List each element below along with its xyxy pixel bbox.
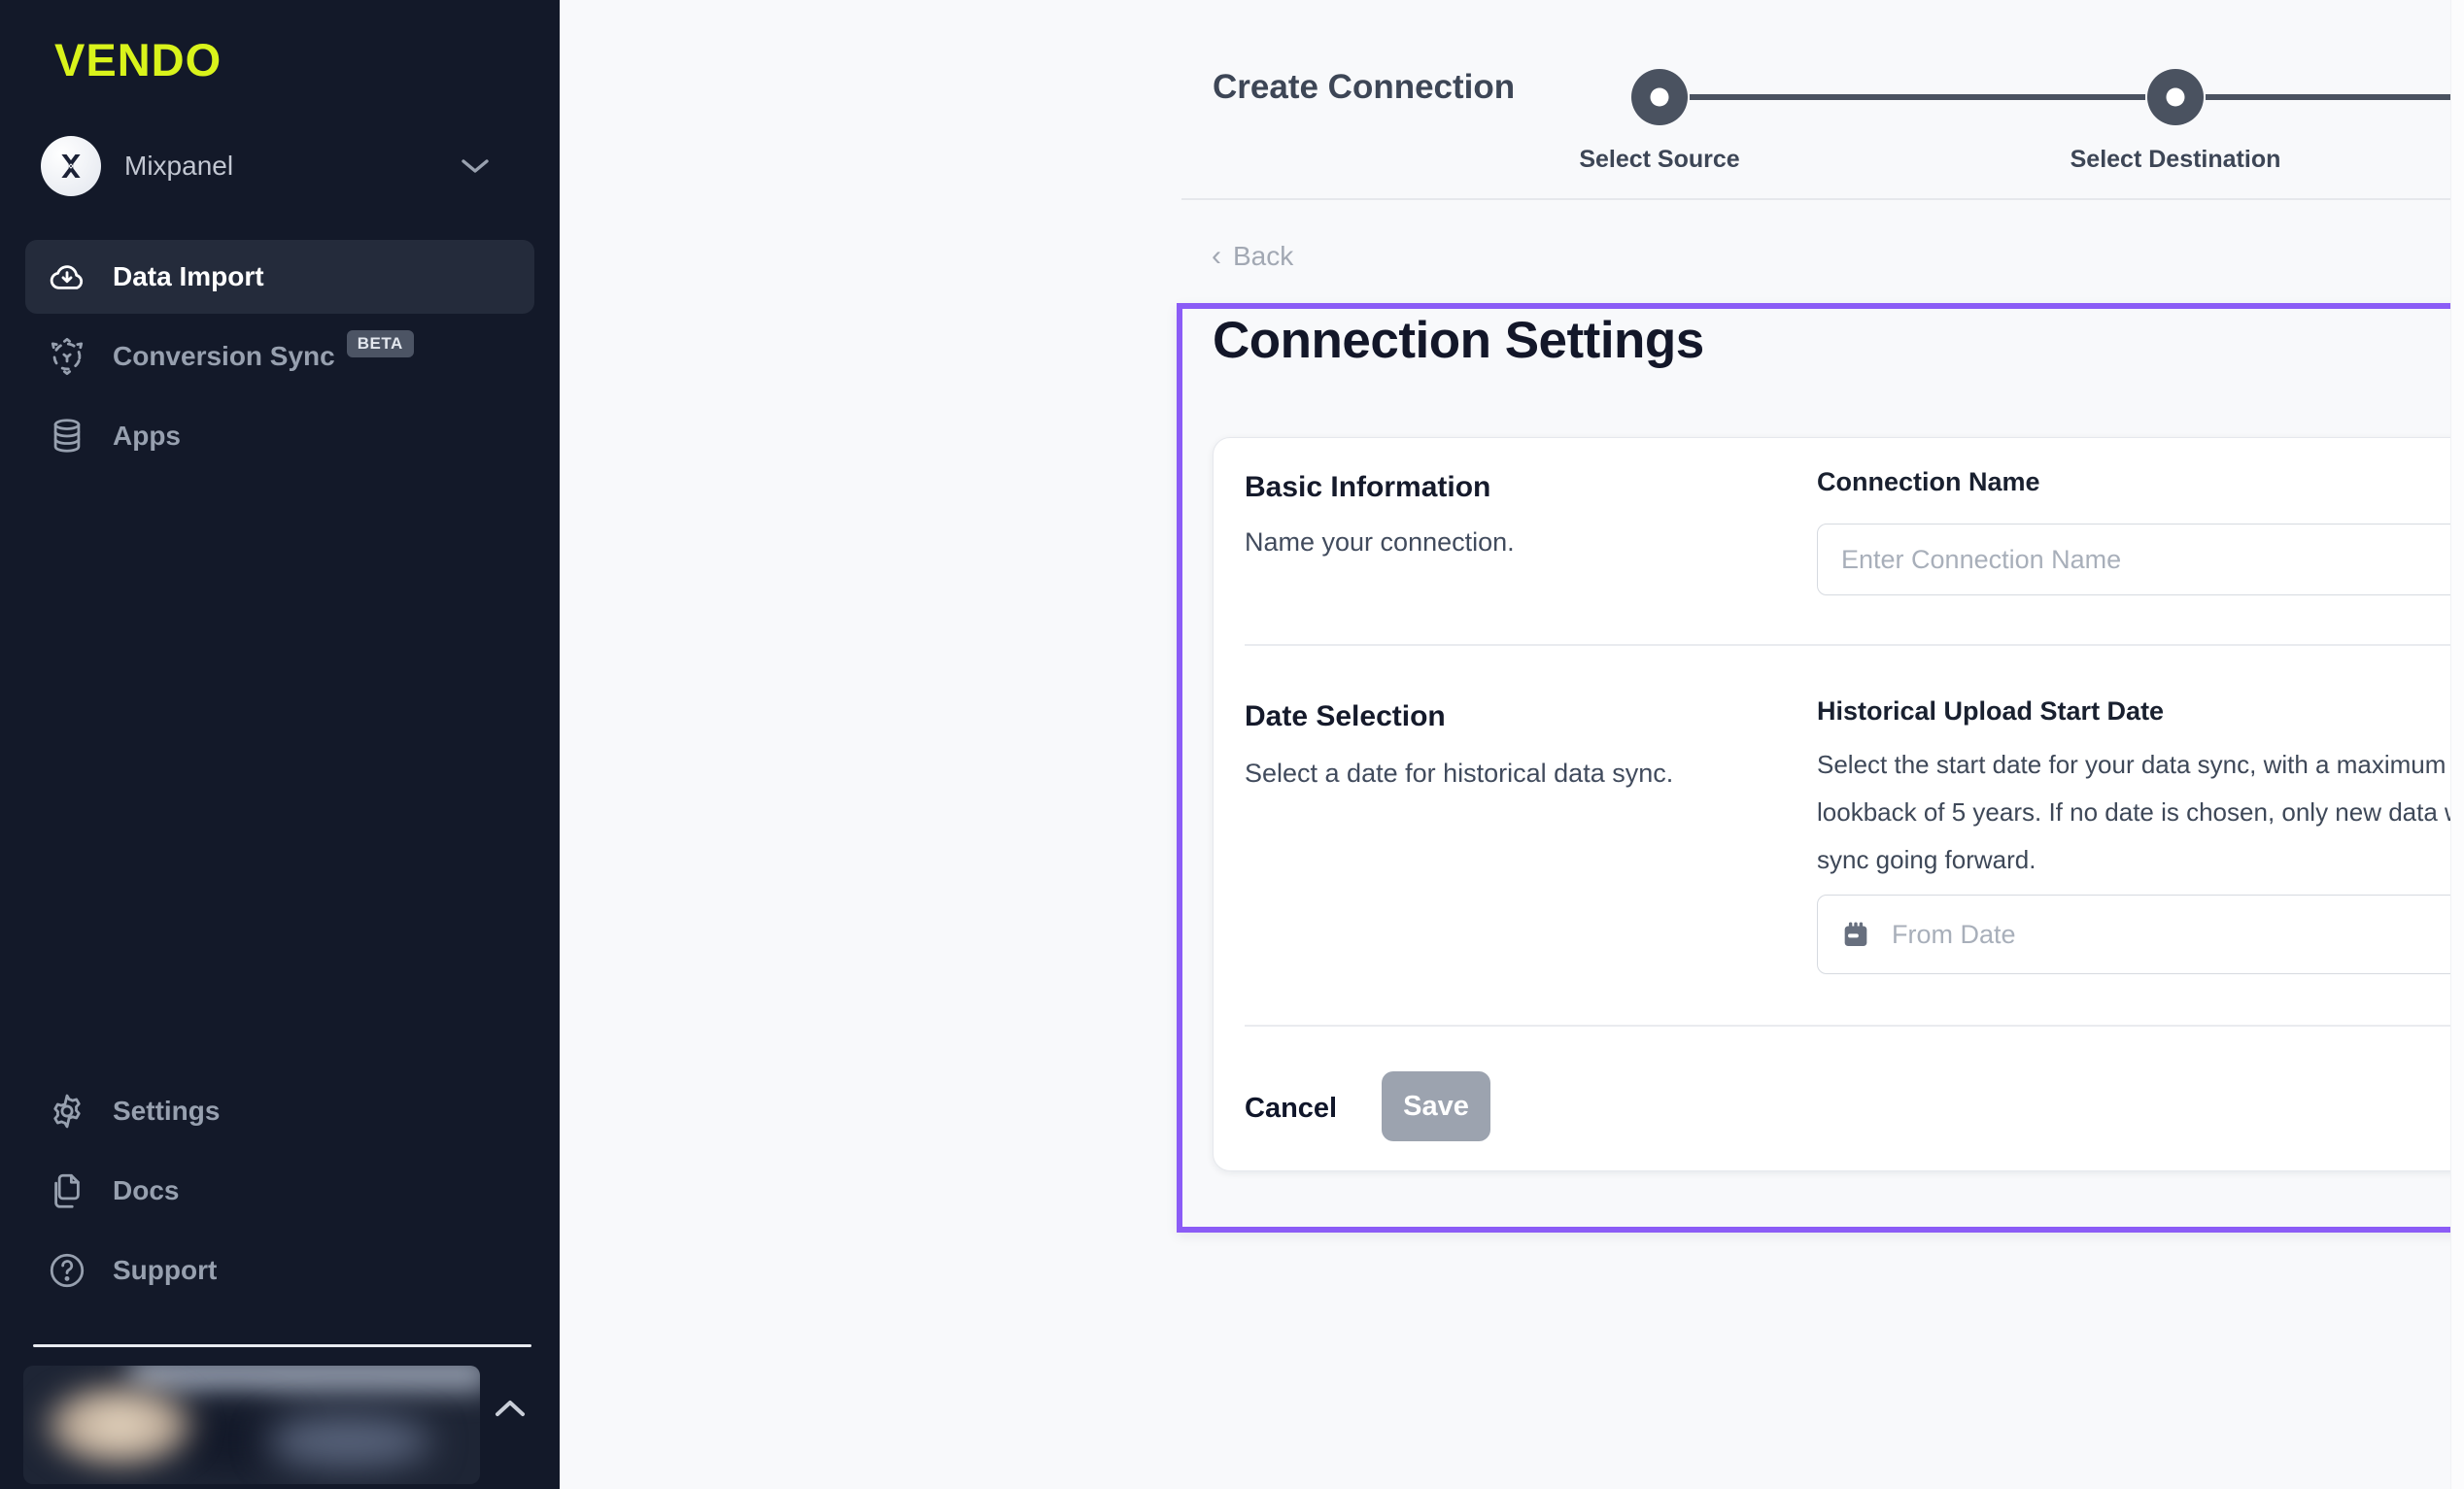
chevron-down-icon bbox=[461, 157, 490, 175]
sidebar-item-label: Data Import bbox=[113, 261, 264, 292]
cloud-download-icon bbox=[47, 256, 87, 297]
sidebar-item-label: Support bbox=[113, 1255, 217, 1286]
basic-info-heading: Basic Information bbox=[1245, 471, 1490, 504]
sidebar-item-label: Docs bbox=[113, 1175, 179, 1206]
save-button[interactable]: Save bbox=[1382, 1071, 1490, 1141]
cancel-button[interactable]: Cancel bbox=[1245, 1083, 1337, 1134]
sidebar-item-data-import[interactable]: Data Import bbox=[25, 240, 534, 314]
sidebar-bottom-nav: Settings Docs bbox=[25, 1072, 534, 1311]
page-title: Connection Settings bbox=[1213, 311, 1704, 370]
chevron-up-icon[interactable] bbox=[494, 1399, 527, 1418]
step-label: Select Destination bbox=[2070, 146, 2281, 174]
blurred-content bbox=[266, 1416, 431, 1467]
workspace-name: Mixpanel bbox=[124, 151, 233, 182]
date-selection-description: Select a date for historical data sync. bbox=[1245, 759, 1673, 789]
sidebar-item-label: Settings bbox=[113, 1096, 220, 1127]
back-label: Back bbox=[1233, 241, 1293, 272]
mixpanel-logo-icon bbox=[53, 149, 88, 184]
date-selection-heading: Date Selection bbox=[1245, 700, 1446, 733]
documents-icon bbox=[47, 1170, 87, 1211]
basic-info-description: Name your connection. bbox=[1245, 527, 1515, 558]
database-icon bbox=[47, 416, 87, 457]
sidebar-item-apps[interactable]: Apps bbox=[25, 399, 534, 473]
stepper-line bbox=[2206, 94, 2464, 100]
section-divider bbox=[1245, 1025, 2464, 1027]
mixpanel-avatar bbox=[41, 136, 101, 196]
step-dot-select-source bbox=[1631, 69, 1688, 125]
stepper-line bbox=[1690, 94, 2145, 100]
sidebar-item-support[interactable]: Support bbox=[25, 1232, 534, 1309]
sidebar-divider bbox=[33, 1344, 531, 1347]
sidebar-nav: Data Import Conversion Sync BETA bbox=[25, 240, 534, 479]
section-divider bbox=[1245, 644, 2464, 646]
calendar-icon bbox=[1839, 918, 1872, 951]
workspace-switcher[interactable]: Mixpanel bbox=[41, 134, 490, 198]
beta-badge: BETA bbox=[347, 330, 414, 357]
sidebar-item-conversion-sync[interactable]: Conversion Sync BETA bbox=[25, 320, 534, 393]
app-window: VENDO Mixpanel bbox=[0, 0, 2464, 1489]
gear-icon bbox=[47, 1091, 87, 1132]
connection-name-label: Connection Name bbox=[1817, 467, 2040, 497]
sidebar: VENDO Mixpanel bbox=[0, 0, 560, 1489]
user-profile-blurred[interactable] bbox=[23, 1366, 480, 1484]
help-circle-icon bbox=[47, 1250, 87, 1291]
sidebar-item-label: Apps bbox=[113, 421, 181, 452]
chevron-left-icon: ‹ bbox=[1212, 242, 1221, 271]
step-label: Select Source bbox=[1579, 146, 1739, 174]
connection-name-input[interactable] bbox=[1817, 524, 2464, 595]
sidebar-item-docs[interactable]: Docs bbox=[25, 1152, 534, 1230]
vendo-logo: VENDO bbox=[54, 33, 222, 86]
historical-upload-label: Historical Upload Start Date bbox=[1817, 696, 2164, 727]
from-date-input[interactable] bbox=[1892, 920, 2464, 950]
blurred-avatar bbox=[37, 1379, 202, 1472]
header-divider bbox=[1181, 198, 2464, 200]
scrollbar-track[interactable] bbox=[2450, 0, 2464, 1489]
step-dot-select-destination bbox=[2147, 69, 2204, 125]
from-date-field[interactable] bbox=[1817, 895, 2464, 974]
main-content: Create Connection Select Source Select D… bbox=[560, 0, 2464, 1489]
historical-upload-description: Select the start date for your data sync… bbox=[1817, 741, 2464, 884]
conversion-sync-icon bbox=[47, 336, 87, 377]
page-header-title: Create Connection bbox=[1213, 68, 1515, 107]
sidebar-item-label: Conversion Sync bbox=[113, 341, 335, 372]
back-link[interactable]: ‹ Back bbox=[1212, 241, 1293, 272]
sidebar-item-settings[interactable]: Settings bbox=[25, 1072, 534, 1150]
connection-settings-card: Basic Information Name your connection. … bbox=[1213, 437, 2464, 1171]
